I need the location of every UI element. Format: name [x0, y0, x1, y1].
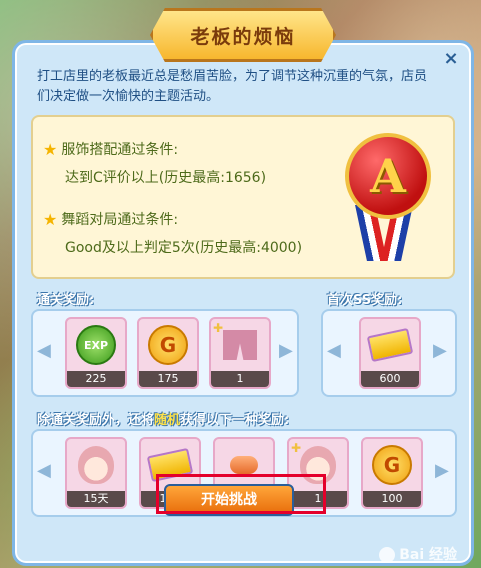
exp-icon: EXP	[76, 325, 116, 365]
item-count: 600	[361, 371, 419, 387]
item-count: 15天	[67, 491, 125, 507]
arrow-left-icon[interactable]: ◀	[37, 461, 51, 481]
star-icon: ★	[43, 139, 58, 159]
conditions-panel: ★ 服饰搭配通过条件: 达到C评价以上(历史最高:1656) ★ 舞蹈对局通过条件:…	[31, 115, 455, 279]
condition-detail: 达到C评价以上(历史最高:1656)	[65, 170, 267, 186]
item-count: 175	[139, 371, 197, 387]
arrow-right-icon[interactable]: ▶	[279, 341, 293, 361]
intro-text: 打工店里的老板最近总是愁眉苦脸，为了调节这种沉重的气氛，店员们决定做一次愉快的主…	[37, 69, 428, 104]
clear-rewards-label: 通关奖励:	[37, 293, 95, 308]
arrow-left-icon[interactable]: ◀	[327, 341, 341, 361]
item-count: 100	[363, 491, 421, 507]
paw-icon	[379, 547, 396, 563]
condition-title: 舞蹈对局通过条件:	[61, 212, 179, 228]
label-prefix: 除通关奖励外，还将	[37, 413, 155, 428]
shorts-icon	[223, 330, 257, 360]
item-count: 225	[67, 371, 125, 387]
arrow-right-icon[interactable]: ▶	[433, 341, 447, 361]
medal-circle: A	[345, 133, 431, 219]
reward-item-exp[interactable]: EXP 225	[65, 317, 127, 389]
condition-dance: ★ 舞蹈对局通过条件: Good及以上判定5次(历史最高:4000)	[43, 209, 302, 257]
label-highlight: 随机	[154, 413, 181, 428]
reward-item-doll[interactable]: 15天	[65, 437, 127, 509]
watermark: Bai 经验	[379, 544, 457, 564]
condition-outfit: ★ 服饰搭配通过条件: 达到C评价以上(历史最高:1656)	[43, 139, 266, 187]
candy-icon	[230, 456, 258, 474]
doll-head-icon	[300, 446, 336, 484]
reward-item-shorts[interactable]: ✚ 1	[209, 317, 271, 389]
gold-coin-icon: G	[372, 445, 412, 485]
reward-item-gold[interactable]: G 175	[137, 317, 199, 389]
start-challenge-button[interactable]: 开始挑战	[164, 484, 294, 516]
reward-item-ticket[interactable]: 600	[359, 317, 421, 389]
watermark-text: Bai 经验	[399, 547, 457, 563]
close-button[interactable]: ×	[441, 49, 461, 69]
ticket-icon	[366, 327, 414, 363]
title-banner: 老板的烦恼	[150, 8, 336, 62]
reward-item-gold[interactable]: G 100	[361, 437, 423, 509]
random-rewards-label: 除通关奖励外，还将随机获得以下一种奖励:	[37, 409, 289, 428]
medal-grade: A	[370, 149, 406, 203]
condition-title: 服饰搭配通过条件:	[61, 142, 179, 158]
dialog-title: 老板的烦恼	[190, 25, 296, 48]
clear-rewards-panel: ◀ EXP 225 G 175 ✚ 1 ▶	[31, 309, 299, 397]
grade-medal-icon: A	[339, 133, 431, 263]
condition-detail: Good及以上判定5次(历史最高:4000)	[65, 240, 303, 256]
doll-head-icon	[78, 446, 114, 484]
first-ss-label: 首次SS奖励:	[327, 293, 403, 308]
label-suffix: 获得以下一种奖励:	[180, 413, 290, 428]
item-count: 1	[289, 491, 347, 507]
gold-coin-icon: G	[148, 325, 188, 365]
star-icon: ★	[43, 209, 58, 229]
arrow-left-icon[interactable]: ◀	[37, 341, 51, 361]
item-count: 1	[211, 371, 269, 387]
ticket-icon	[146, 447, 194, 483]
first-ss-panel: ◀ 600 ▶	[321, 309, 457, 397]
reward-item-doll[interactable]: ✚ 1	[287, 437, 349, 509]
arrow-right-icon[interactable]: ▶	[435, 461, 449, 481]
